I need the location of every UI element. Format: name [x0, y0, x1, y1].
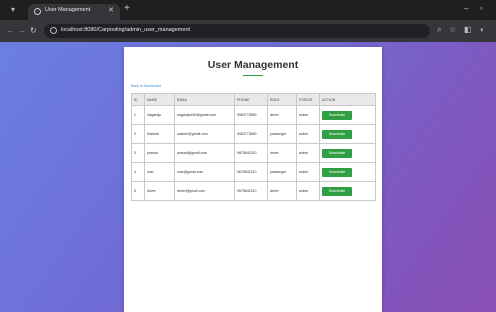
deactivate-button[interactable]: Deactivate — [322, 129, 352, 139]
extensions-icon[interactable]: ◧ — [464, 25, 472, 35]
browser-toolbar: ← → ↻ localhost:8080/Carpooling/admin_us… — [0, 20, 496, 42]
close-tab-icon[interactable]: ✕ — [108, 6, 114, 14]
users-table: ID NAME EMAIL PHONE ROLE STATUS ACTION 1… — [131, 93, 376, 201]
tab-title: User Management — [45, 7, 91, 13]
cell-email: sakeeb@gmail.com — [174, 124, 235, 144]
table-row: 1 Nagaraju nagaraju440@gmail.com 9963773… — [131, 105, 376, 125]
cell-status: active — [296, 124, 320, 144]
page-viewport: User Management Back to Dashboard ID NAM… — [0, 42, 496, 312]
deactivate-button[interactable]: Deactivate — [322, 148, 352, 158]
deactivate-button[interactable]: Deactivate — [322, 167, 352, 177]
forward-arrow-icon[interactable]: → — [18, 26, 26, 36]
maximize-icon[interactable]: ▫ — [480, 4, 483, 13]
minimize-icon[interactable]: – — [464, 4, 468, 13]
cell-id: 5 — [131, 181, 145, 201]
title-underline — [243, 75, 263, 76]
cell-name: prasad — [144, 143, 175, 163]
cell-id: 3 — [131, 143, 145, 163]
cell-email: driver@gmail.com — [174, 181, 235, 201]
cell-action: Deactivate — [319, 162, 376, 182]
column-header-name: NAME — [144, 93, 175, 106]
cell-name: user — [144, 162, 175, 182]
deactivate-button[interactable]: Deactivate — [322, 186, 352, 196]
cell-status: active — [296, 105, 320, 125]
cell-phone: 9675642210 — [234, 162, 268, 182]
cell-phone: 9963773890 — [234, 124, 268, 144]
table-row: 4 user user@gmail.com 9675642210 passeng… — [131, 162, 376, 182]
browser-tab-strip: ▾ User Management ✕ + – ▫ — [0, 0, 496, 20]
cell-role: passenger — [267, 124, 297, 144]
page-title: User Management — [207, 59, 299, 71]
cell-email: user@gmail.com — [174, 162, 235, 182]
cell-role: driver — [267, 143, 297, 163]
cell-status: active — [296, 162, 320, 182]
column-header-role: ROLE — [267, 93, 297, 106]
address-bar[interactable]: localhost:8080/Carpooling/admin_user_man… — [44, 24, 430, 38]
cell-phone: 9675642210 — [234, 143, 268, 163]
back-to-dashboard-link[interactable]: Back to Dashboard — [131, 84, 161, 88]
profile-icon[interactable]: ◐ — [480, 25, 485, 35]
cell-email: nagaraju440@gmail.com — [174, 105, 235, 125]
cell-status: active — [296, 143, 320, 163]
cell-role: driver — [267, 181, 297, 201]
table-row: 5 driver driver@gmail.com 9675642210 dri… — [131, 181, 376, 201]
cell-phone: 9675642210 — [234, 181, 268, 201]
table-header-row: ID NAME EMAIL PHONE ROLE STATUS ACTION — [131, 93, 376, 106]
column-header-action: ACTION — [319, 93, 376, 106]
site-info-icon[interactable] — [50, 27, 57, 34]
cell-status: active — [296, 181, 320, 201]
column-header-id: ID — [131, 93, 145, 106]
cell-id: 2 — [131, 124, 145, 144]
column-header-phone: PHONE — [234, 93, 268, 106]
back-arrow-icon[interactable]: ← — [6, 26, 14, 36]
cell-action: Deactivate — [319, 143, 376, 163]
bookmark-star-icon[interactable]: ☆ — [449, 25, 456, 35]
column-header-status: STATUS — [296, 93, 320, 106]
tab-search-icon[interactable]: ▾ — [8, 5, 18, 15]
column-header-email: EMAIL — [174, 93, 235, 106]
cell-role: driver — [267, 105, 297, 125]
cell-action: Deactivate — [319, 105, 376, 125]
cell-name: Sakeeb — [144, 124, 175, 144]
reload-icon[interactable]: ↻ — [30, 26, 37, 36]
cell-phone: 9963773890 — [234, 105, 268, 125]
url-text: localhost:8080/Carpooling/admin_user_man… — [61, 27, 191, 33]
browser-tab[interactable]: User Management ✕ — [28, 4, 120, 20]
cell-action: Deactivate — [319, 124, 376, 144]
globe-icon — [34, 8, 41, 15]
user-management-card: User Management Back to Dashboard ID NAM… — [124, 47, 382, 312]
cell-name: driver — [144, 181, 175, 201]
cell-id: 4 — [131, 162, 145, 182]
new-tab-icon[interactable]: + — [124, 4, 130, 14]
cell-role: passenger — [267, 162, 297, 182]
table-row: 3 prasad prasad@gmail.com 9675642210 dri… — [131, 143, 376, 163]
deactivate-button[interactable]: Deactivate — [322, 110, 352, 120]
cell-email: prasad@gmail.com — [174, 143, 235, 163]
cell-name: Nagaraju — [144, 105, 175, 125]
cell-id: 1 — [131, 105, 145, 125]
cell-action: Deactivate — [319, 181, 376, 201]
table-row: 2 Sakeeb sakeeb@gmail.com 9963773890 pas… — [131, 124, 376, 144]
zoom-icon[interactable]: ⌕ — [437, 25, 441, 35]
